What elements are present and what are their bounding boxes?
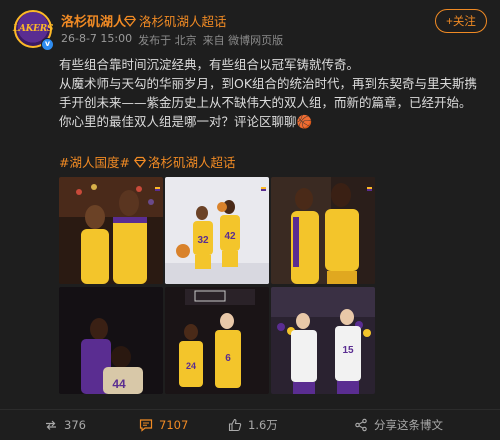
like-button[interactable]: 1.6万 [228,410,278,440]
thumbs-up-icon [228,418,242,432]
super-topic-icon [124,15,136,27]
share-icon [355,418,367,432]
photo-jerseys-32-42[interactable]: 32 42 [165,177,269,284]
verified-badge-icon: v [41,38,54,51]
share-post-button[interactable]: 分享这条博文 [354,410,443,440]
photo-image [271,177,375,284]
hashtag-row: #湖人国度# 洛杉矶湖人超话 [59,152,235,171]
post-paragraph: 有些组合靠时间沉淀经典，有些组合以冠军铸就传奇。 [59,57,360,72]
photo-kareem-44[interactable]: 44 [59,287,163,394]
publish-location: 发布于 北京 [138,34,197,47]
flag-icon [155,187,160,191]
super-topic-icon [133,156,146,168]
photo-magic-kareem[interactable] [59,177,163,284]
photo-image: 15 [271,287,375,394]
photo-image: 44 [59,287,163,394]
flag-icon [367,187,372,191]
flag-icon [261,187,266,191]
post-text: 有些组合靠时间沉淀经典，有些组合以冠军铸就传奇。 从魔术师与天勾的华丽岁月，到O… [59,55,489,131]
jersey-number: 44 [112,377,126,391]
photo-24-6[interactable]: 24 6 [165,287,269,394]
photo-image: 24 6 [165,287,269,394]
jersey-number: 15 [342,345,354,356]
post-meta: 26-8-7 15:00 发布于 北京 来自 微博网页版 [61,32,283,48]
lakers-logo: LAKERS [12,24,54,34]
hashtag-super-topic-link[interactable]: 洛杉矶湖人超话 [148,152,236,171]
follow-button[interactable]: +关注 [435,9,487,33]
super-topic-link[interactable]: 洛杉矶湖人超话 [124,11,227,30]
post-date[interactable]: 26-8-7 15:00 [61,32,132,48]
photo-doncic-reaves[interactable]: 15 [271,287,375,394]
super-topic-label: 洛杉矶湖人超话 [139,14,227,29]
photo-image [59,177,163,284]
share-count: 376 [64,418,86,432]
action-bar: 376 7107 1.6万 分享这条博文 [0,410,500,440]
username[interactable]: 洛杉矶湖人 [61,11,126,30]
photo-image: 32 42 [165,177,269,284]
jersey-number: 42 [224,231,236,242]
comment-icon [139,419,153,432]
jersey-number: 32 [197,235,209,246]
post-paragraph: 你心里的最佳双人组是哪一对？评论区聊聊🏀 [59,114,313,129]
like-count: 1.6万 [248,418,278,432]
jersey-number: 6 [225,353,231,364]
share-post-label: 分享这条博文 [374,418,443,432]
jersey-number: 24 [186,361,196,371]
comment-button[interactable]: 7107 [139,410,188,440]
hashtag-link[interactable]: #湖人国度# [59,152,130,171]
photo-shaq-kobe-yellow[interactable] [271,177,375,284]
share-button[interactable]: 376 [44,410,86,440]
photo-grid: 32 42 44 24 6 15 [59,177,375,401]
post-source: 来自 微博网页版 [202,34,284,47]
repost-icon [46,420,56,430]
comment-count: 7107 [159,418,189,432]
post-paragraph: 从魔术师与天勾的华丽岁月，到OK组合的统治时代，再到东契奇与里夫斯携手开创未来—… [59,76,478,110]
